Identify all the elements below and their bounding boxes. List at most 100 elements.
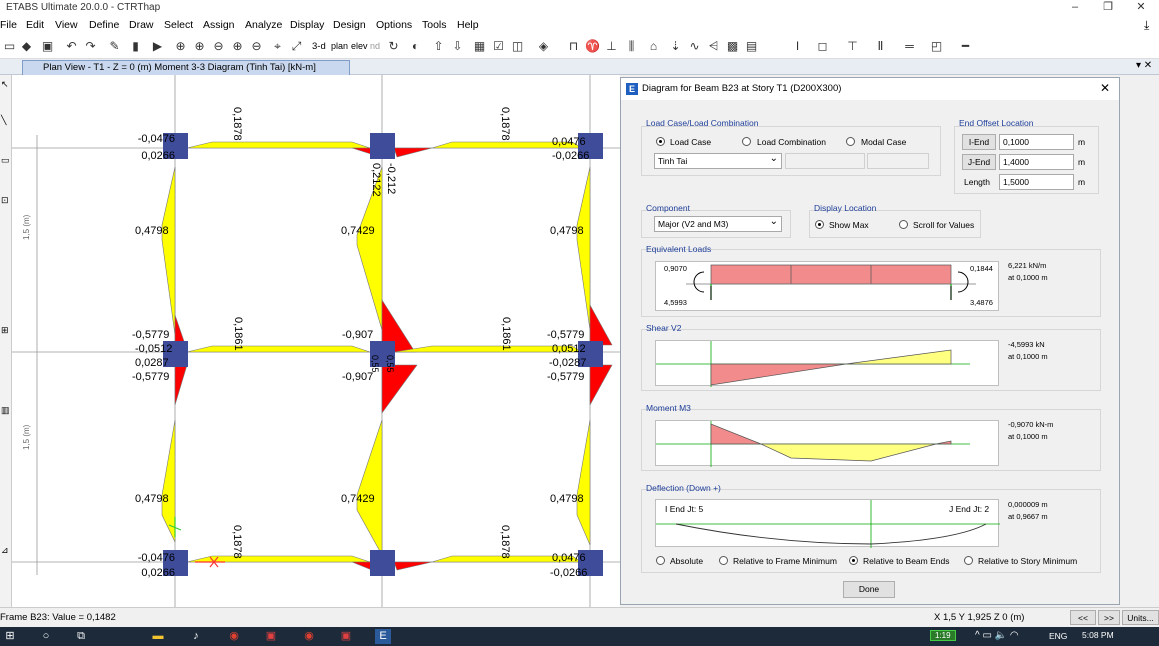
zoom-window-icon[interactable]: ⊕ bbox=[173, 39, 188, 54]
i-end-input[interactable]: 0,1000 bbox=[999, 134, 1074, 150]
pointer-icon[interactable]: ↖ bbox=[1, 79, 9, 90]
minimize-icon[interactable]: – bbox=[1060, 0, 1090, 16]
radio-rel-story[interactable] bbox=[964, 556, 973, 565]
save-icon[interactable]: ▣ bbox=[40, 39, 55, 54]
select-icon[interactable]: ▭ bbox=[1, 155, 10, 166]
load-case-select[interactable]: Tinh Tai bbox=[654, 152, 782, 169]
axis-icon[interactable]: ⊿ bbox=[1, 545, 9, 556]
grid-toggle-icon[interactable]: ▥ bbox=[1, 405, 10, 416]
check-icon[interactable]: ☑ bbox=[491, 39, 506, 54]
frame-icon[interactable]: ⊓ bbox=[566, 39, 581, 54]
search-icon[interactable]: ○ bbox=[38, 629, 54, 644]
zoom-out-icon[interactable]: ⊖ bbox=[211, 39, 226, 54]
j-end-input[interactable]: 1,4000 bbox=[999, 154, 1074, 170]
draw-line-icon[interactable]: ═ bbox=[902, 39, 917, 54]
grid-icon[interactable]: ▦ bbox=[472, 39, 487, 54]
chrome-2-icon[interactable]: ◉ bbox=[301, 629, 317, 644]
app-icon[interactable]: ▣ bbox=[263, 629, 279, 644]
menu-define[interactable]: Define bbox=[89, 19, 119, 31]
etabs-taskbar-icon[interactable]: E bbox=[375, 629, 391, 644]
draw-floor-icon[interactable]: ◰ bbox=[929, 39, 944, 54]
draw-brace-icon[interactable]: ⊤ bbox=[845, 39, 860, 54]
next-button[interactable]: >> bbox=[1098, 610, 1120, 625]
zoom-restore-icon[interactable]: ⊕ bbox=[230, 39, 245, 54]
maximize-icon[interactable]: ❐ bbox=[1093, 0, 1123, 16]
windows-start-icon[interactable]: ⊞ bbox=[2, 629, 18, 644]
close-icon[interactable]: ✕ bbox=[1126, 0, 1156, 16]
run-icon[interactable]: ▶ bbox=[150, 39, 165, 54]
view-3d-button[interactable]: 3-d bbox=[312, 41, 326, 52]
units-button[interactable]: Units... bbox=[1122, 610, 1159, 625]
spring-icon[interactable]: ∿ bbox=[687, 39, 702, 54]
pencil-icon[interactable]: ✎ bbox=[107, 39, 122, 54]
up-arrow-icon[interactable]: ⇧ bbox=[431, 39, 446, 54]
clock[interactable]: 5:08 PM bbox=[1082, 630, 1114, 640]
draw-wall-icon[interactable]: Ⅱ bbox=[873, 39, 888, 54]
zoom-prev-icon[interactable]: ⊖ bbox=[249, 39, 264, 54]
menu-help[interactable]: Help bbox=[457, 19, 479, 31]
menu-assign[interactable]: Assign bbox=[203, 19, 235, 31]
i-end-button[interactable]: I-End bbox=[962, 134, 996, 150]
new-icon[interactable]: ▭ bbox=[2, 39, 17, 54]
language-indicator[interactable]: ENG bbox=[1049, 631, 1067, 641]
menu-design[interactable]: Design bbox=[333, 19, 366, 31]
task-view-icon[interactable]: ⧉ bbox=[73, 629, 89, 644]
menu-options[interactable]: Options bbox=[376, 19, 412, 31]
close-tab-icon[interactable]: ▾ ✕ bbox=[1136, 60, 1152, 71]
lock-icon[interactable]: ▮ bbox=[128, 39, 143, 54]
table-icon[interactable]: ▤ bbox=[744, 39, 759, 54]
area-icon[interactable]: ▩ bbox=[725, 39, 740, 54]
menu-file[interactable]: File bbox=[0, 19, 17, 31]
dialog-close-icon[interactable]: ✕ bbox=[1100, 81, 1110, 95]
app-2-icon[interactable]: ▣ bbox=[338, 629, 354, 644]
draw-column-icon[interactable]: I bbox=[790, 39, 805, 54]
draw-dim-icon[interactable]: ━ bbox=[958, 39, 973, 54]
radio-load-combination[interactable] bbox=[742, 137, 751, 146]
radio-absolute[interactable] bbox=[656, 556, 665, 565]
restraint-icon[interactable]: ⩤ bbox=[706, 39, 721, 54]
plan-view-button[interactable]: plan bbox=[331, 41, 348, 51]
menu-analyze[interactable]: Analyze bbox=[245, 19, 282, 31]
load-icon[interactable]: ⇣ bbox=[668, 39, 683, 54]
download-icon[interactable]: ⤓ bbox=[1144, 18, 1149, 33]
axial-icon[interactable]: ⫼ bbox=[624, 39, 639, 54]
menu-display[interactable]: Display bbox=[290, 19, 324, 31]
tab-plan-view[interactable]: Plan View - T1 - Z = 0 (m) Moment 3-3 Di… bbox=[22, 60, 350, 75]
chrome-icon[interactable]: ◉ bbox=[226, 629, 242, 644]
radio-scroll[interactable] bbox=[899, 220, 908, 229]
shear-icon[interactable]: ⊥ bbox=[604, 39, 619, 54]
tiktok-icon[interactable]: ♪ bbox=[188, 629, 204, 644]
undo-icon[interactable]: ↶ bbox=[64, 39, 79, 54]
prev-button[interactable]: << bbox=[1070, 610, 1096, 625]
radio-load-case[interactable] bbox=[656, 137, 665, 146]
menu-edit[interactable]: Edit bbox=[26, 19, 44, 31]
object-icon[interactable]: ◈ bbox=[536, 39, 551, 54]
display-icon[interactable]: ◫ bbox=[510, 39, 525, 54]
plan-view-canvas[interactable]: -0,0476 0,0266 0,0476 -0,0266 0,1878 0,1… bbox=[12, 75, 620, 607]
redo-icon[interactable]: ↷ bbox=[83, 39, 98, 54]
elev-view-button[interactable]: elev bbox=[351, 41, 368, 51]
draw-icon[interactable]: ╲ bbox=[1, 115, 6, 126]
menu-tools[interactable]: Tools bbox=[422, 19, 447, 31]
radio-modal-case[interactable] bbox=[846, 137, 855, 146]
menu-select[interactable]: Select bbox=[164, 19, 193, 31]
open-icon[interactable]: ◆ bbox=[19, 39, 34, 54]
j-end-button[interactable]: J-End bbox=[962, 154, 996, 170]
moment-icon[interactable]: ♈ bbox=[585, 39, 600, 54]
pan-icon[interactable]: ⌖ bbox=[270, 39, 285, 54]
radio-show-max[interactable] bbox=[815, 220, 824, 229]
component-select[interactable]: Major (V2 and M3) bbox=[654, 215, 782, 232]
menu-draw[interactable]: Draw bbox=[129, 19, 154, 31]
down-arrow-icon[interactable]: ⇩ bbox=[450, 39, 465, 54]
radio-rel-frame[interactable] bbox=[719, 556, 728, 565]
menu-view[interactable]: View bbox=[55, 19, 78, 31]
nd-button[interactable]: nd bbox=[370, 41, 380, 51]
wall-icon[interactable]: ⌂ bbox=[646, 39, 661, 54]
section-icon[interactable]: ⊡ bbox=[1, 195, 9, 206]
system-tray-icons[interactable]: ^ ▭ 🔈 ◠ bbox=[975, 630, 1019, 641]
shade-icon[interactable]: ◐ bbox=[408, 39, 423, 54]
done-button[interactable]: Done bbox=[843, 581, 895, 598]
radio-rel-beam[interactable] bbox=[849, 556, 858, 565]
snap-icon[interactable]: ⊞ bbox=[1, 325, 9, 336]
rotate-icon[interactable]: ⤢ bbox=[289, 39, 304, 54]
